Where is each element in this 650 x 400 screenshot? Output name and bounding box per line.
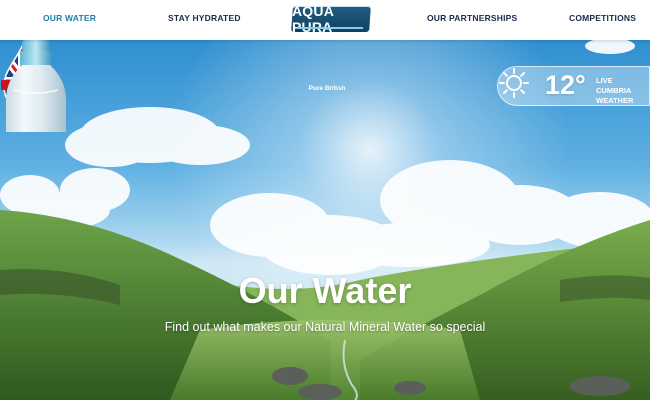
hero-title: Our Water [238, 270, 412, 311]
nav-link-our-water[interactable]: OUR WATER [43, 13, 96, 23]
nav-link-our-partnerships[interactable]: OUR PARTNERSHIPS [427, 13, 517, 23]
weather-location-label: LIVE CUMBRIA WEATHER [596, 76, 634, 105]
top-navigation: OUR WATER STAY HYDRATED AQUA PURA OUR PA… [0, 0, 650, 40]
hero-banner: Pure British 12° LIVE CUMBRIA WEATHER Ou… [0, 40, 650, 400]
aqua-pura-logo[interactable]: AQUA PURA [291, 3, 371, 35]
logo-wave [297, 27, 364, 29]
hero-subtitle: Find out what makes our Natural Mineral … [164, 320, 486, 334]
live-weather-widget[interactable]: 12° LIVE CUMBRIA WEATHER [497, 66, 650, 106]
nav-link-competitions[interactable]: COMPETITIONS [569, 13, 636, 23]
water-bottle-image [6, 40, 66, 132]
logo-text: AQUA PURA [292, 3, 334, 35]
weather-temperature: 12° [545, 70, 586, 100]
nav-link-stay-hydrated[interactable]: STAY HYDRATED [168, 13, 241, 23]
sun-icon [499, 68, 529, 98]
pure-british-label: Pure British [308, 85, 346, 92]
